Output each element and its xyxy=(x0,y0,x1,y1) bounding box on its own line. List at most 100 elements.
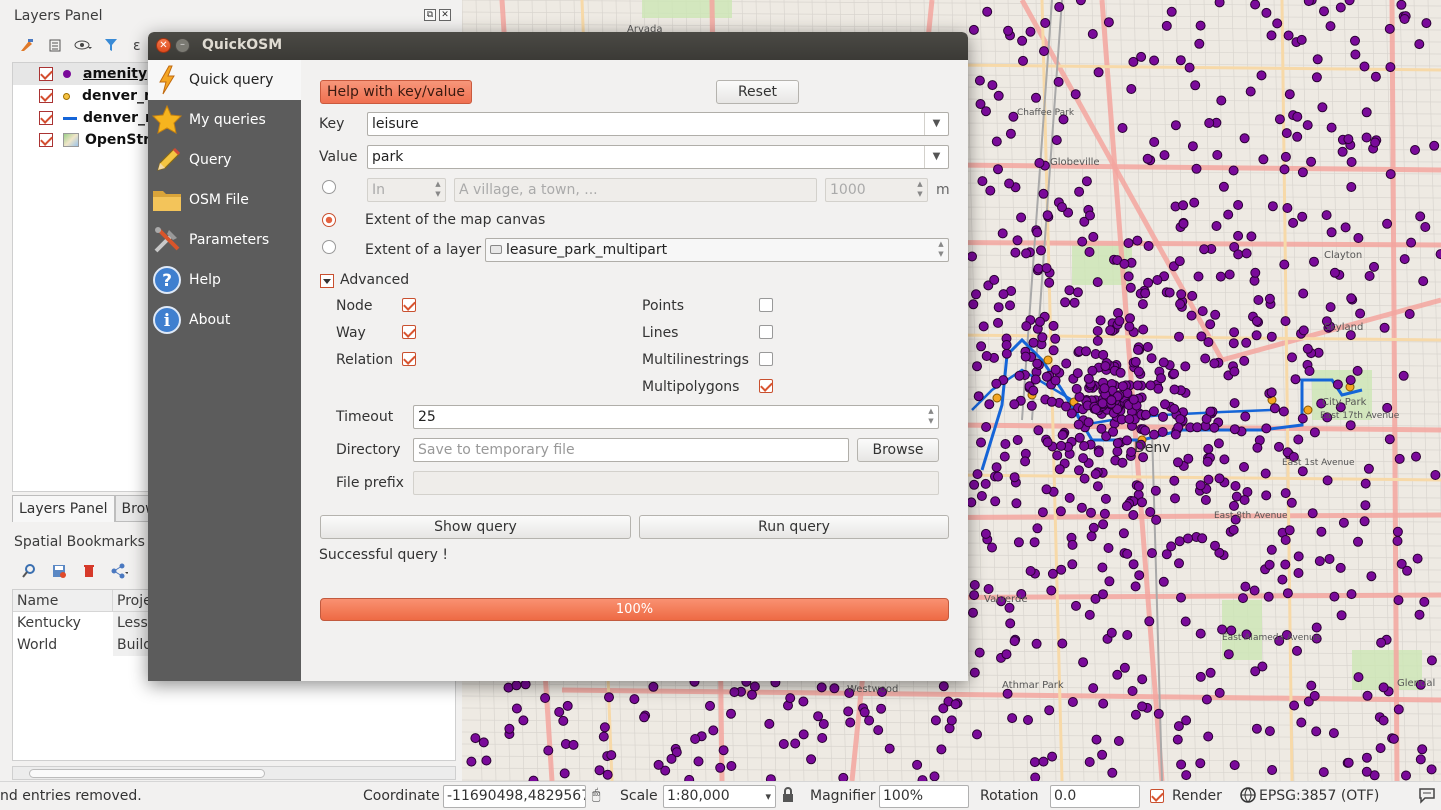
messages-icon[interactable] xyxy=(1418,786,1436,808)
key-combobox[interactable]: leisure ▼ xyxy=(367,112,949,136)
amenity-point xyxy=(1142,342,1153,352)
show-query-button[interactable]: Show query xyxy=(320,515,631,539)
amenity-point xyxy=(1021,248,1032,259)
filter-icon[interactable] xyxy=(102,36,120,54)
points-checkbox[interactable] xyxy=(759,298,773,312)
amenity-point xyxy=(1050,333,1061,344)
layer-checkbox[interactable] xyxy=(39,89,53,103)
chevron-down-icon[interactable]: ▼ xyxy=(924,113,948,135)
style-icon[interactable] xyxy=(18,36,36,54)
advanced-toggle[interactable]: Advanced xyxy=(320,271,424,291)
multilinestrings-checkbox[interactable] xyxy=(759,352,773,366)
layer-item-denver-lines[interactable]: denver_m xyxy=(13,107,160,129)
radio-in-place[interactable] xyxy=(322,180,336,194)
add-group-icon[interactable] xyxy=(46,36,64,54)
help-key-value-button[interactable]: Help with key/value xyxy=(320,80,472,104)
close-icon[interactable]: ✕ xyxy=(439,9,451,21)
amenity-point xyxy=(511,703,522,714)
amenity-point xyxy=(1229,424,1240,435)
rotation-spinbox[interactable]: 0.0 xyxy=(1050,785,1140,808)
layer-item-openstreetmap[interactable]: OpenStre xyxy=(13,129,160,151)
layer-checkbox[interactable] xyxy=(39,67,53,81)
extent-layer-label[interactable]: Extent of a layer xyxy=(365,242,481,258)
scale-combobox[interactable]: 1:80,000 xyxy=(663,785,776,808)
amenity-point xyxy=(1145,507,1156,517)
layer-checkbox[interactable] xyxy=(39,111,53,125)
radio-extent-layer[interactable] xyxy=(322,240,336,254)
directory-input[interactable]: Save to temporary file xyxy=(413,438,849,462)
reset-button[interactable]: Reset xyxy=(716,80,799,104)
nav-query[interactable]: Query xyxy=(148,140,301,180)
globe-icon[interactable] xyxy=(1240,787,1256,807)
tab-layers-panel[interactable]: Layers Panel xyxy=(12,495,115,522)
delete-bookmark-icon[interactable] xyxy=(80,562,98,580)
amenity-point xyxy=(1151,514,1162,525)
render-checkbox[interactable] xyxy=(1150,789,1164,803)
radio-extent-canvas[interactable] xyxy=(322,213,336,227)
amenity-point xyxy=(1414,609,1425,620)
node-checkbox[interactable] xyxy=(402,298,416,312)
amenity-point xyxy=(1214,0,1225,8)
amenity-point xyxy=(1353,672,1364,683)
share-icon[interactable] xyxy=(110,562,128,580)
expand-icon[interactable]: ε xyxy=(130,36,148,54)
amenity-point xyxy=(554,707,565,717)
amenity-point xyxy=(1370,137,1381,148)
layer-checkbox[interactable] xyxy=(39,133,53,147)
lines-checkbox[interactable] xyxy=(759,325,773,339)
nav-my-queries[interactable]: My queries xyxy=(148,100,301,140)
nav-label: Help xyxy=(189,272,221,288)
amenity-point xyxy=(1229,398,1240,409)
nav-parameters[interactable]: Parameters xyxy=(148,220,301,260)
place-input[interactable]: A village, a town, ... xyxy=(454,178,817,202)
eye-icon[interactable] xyxy=(74,36,92,54)
amenity-point xyxy=(1046,585,1057,596)
scrollbar-thumb[interactable] xyxy=(29,769,265,778)
distance-spinbox[interactable]: 1000 ▲ ▼ xyxy=(825,178,928,202)
nav-help[interactable]: ? Help xyxy=(148,260,301,300)
nav-quick-query[interactable]: Quick query xyxy=(148,60,301,100)
layer-item-denver-points[interactable]: denver_m xyxy=(13,85,159,107)
amenity-point xyxy=(1152,275,1163,285)
file-prefix-input[interactable] xyxy=(413,471,939,495)
amenity-point xyxy=(1175,414,1186,425)
amenity-point xyxy=(1067,697,1078,707)
save-bookmark-icon[interactable] xyxy=(50,562,68,580)
horizontal-scrollbar[interactable] xyxy=(12,766,456,780)
amenity-point xyxy=(1136,51,1147,62)
run-query-button[interactable]: Run query xyxy=(639,515,949,539)
timeout-spinbox[interactable]: 25 ▲ ▼ xyxy=(413,405,939,429)
browse-button[interactable]: Browse xyxy=(857,438,939,462)
magnifier-spinbox[interactable]: 100% xyxy=(879,785,969,808)
close-button[interactable]: ✕ xyxy=(156,38,171,53)
float-icon[interactable]: ⧉ xyxy=(424,9,436,21)
amenity-point xyxy=(1344,0,1355,6)
nav-osm-file[interactable]: OSM File xyxy=(148,180,301,220)
amenity-point xyxy=(598,731,609,742)
extent-canvas-label[interactable]: Extent of the map canvas xyxy=(365,212,545,228)
dialog-titlebar[interactable]: ✕ – QuickOSM xyxy=(148,32,968,60)
amenity-point xyxy=(1292,131,1303,142)
relation-checkbox[interactable] xyxy=(402,352,416,366)
nav-about[interactable]: i About xyxy=(148,300,301,340)
multipolygons-checkbox[interactable] xyxy=(759,379,773,393)
zoom-to-bookmark-icon[interactable] xyxy=(20,562,38,580)
amenity-point xyxy=(1332,379,1343,390)
amenity-point xyxy=(1142,153,1153,164)
way-checkbox[interactable] xyxy=(402,325,416,339)
in-select[interactable]: In ▲ ▼ xyxy=(367,178,446,202)
amenity-point xyxy=(1124,321,1135,332)
lock-icon[interactable] xyxy=(782,787,794,807)
layer-label: amenity xyxy=(83,66,148,82)
crs-label[interactable]: EPSG:3857 (OTF) xyxy=(1259,788,1379,804)
minimize-button[interactable]: – xyxy=(175,38,190,53)
column-header-name[interactable]: Name xyxy=(13,590,113,611)
amenity-point xyxy=(1280,535,1291,545)
chevron-down-icon[interactable]: ▼ xyxy=(924,146,948,168)
amenity-point xyxy=(1134,570,1145,581)
mouse-pointer-icon[interactable]: 🖱 xyxy=(592,787,600,803)
coordinate-field[interactable]: -11690498,4829567 xyxy=(443,785,586,808)
amenity-point xyxy=(1302,120,1313,131)
value-combobox[interactable]: park ▼ xyxy=(367,145,949,169)
extent-layer-combobox[interactable]: leasure_park_multipart ▲ ▼ xyxy=(485,238,949,262)
